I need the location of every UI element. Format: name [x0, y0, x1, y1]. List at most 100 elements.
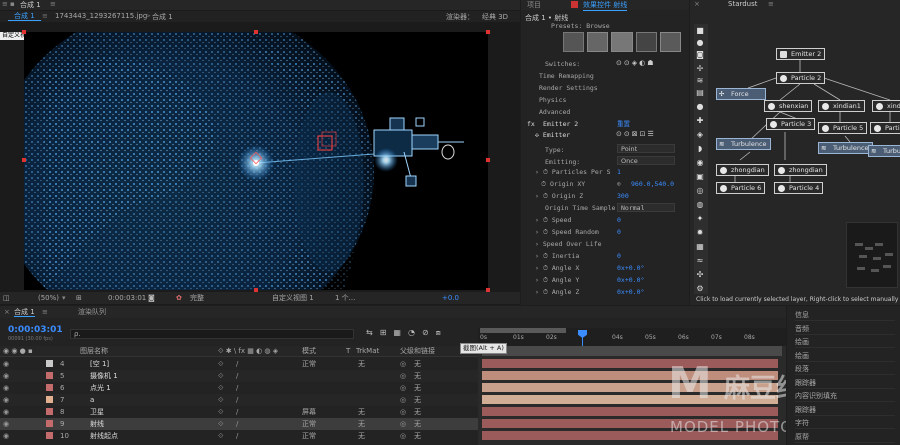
- node-zhongdian-1[interactable]: zhongdian: [716, 164, 769, 176]
- label-color-swatch[interactable]: [46, 432, 53, 439]
- handle-tl[interactable]: [22, 30, 26, 34]
- col-layer-name[interactable]: 图层名称: [80, 346, 108, 357]
- square-node-icon[interactable]: ■: [694, 26, 706, 36]
- right-panel-item[interactable]: 绘画: [795, 337, 895, 348]
- node-turbulence-2[interactable]: ≋ Turbulence: [818, 142, 873, 154]
- param-particles[interactable]: › ⏱ Particles Per S1: [521, 166, 689, 178]
- shy-icon[interactable]: ⟐: [218, 406, 224, 418]
- timeline-tab-render[interactable]: 渲染队列: [78, 306, 106, 318]
- color-wheel-icon[interactable]: ✿: [176, 292, 182, 304]
- preset-thumb-icon[interactable]: [611, 32, 633, 52]
- handle-ml[interactable]: [22, 158, 26, 162]
- layer-trkmat[interactable]: 无: [358, 418, 365, 430]
- lock-icon[interactable]: ▪: [10, 0, 15, 8]
- col-trkmat[interactable]: TrkMat: [356, 346, 379, 357]
- quality-select[interactable]: 完整: [190, 292, 204, 304]
- fx-switch-icon[interactable]: /: [236, 406, 238, 418]
- node-minimap[interactable]: [846, 222, 898, 288]
- layer-parent[interactable]: 无: [414, 370, 421, 382]
- timeline-tab-comp[interactable]: 合成 1: [14, 306, 35, 317]
- layer-name[interactable]: a: [90, 394, 94, 406]
- eye-icon[interactable]: ◉: [3, 370, 9, 382]
- col-mode[interactable]: 模式: [302, 346, 316, 357]
- layer-search-input[interactable]: ρ.: [70, 329, 354, 339]
- timeline-close-icon[interactable]: ×: [4, 306, 10, 318]
- layer-row[interactable]: ◉ 9 射线 ⟐ / 正常 无 ◎ 无: [0, 418, 478, 430]
- pickwhip-icon[interactable]: ◎: [400, 358, 406, 370]
- layer-parent[interactable]: 无: [414, 394, 421, 406]
- layer-parent[interactable]: 无: [414, 382, 421, 394]
- node-shenxian[interactable]: shenxian: [764, 100, 813, 112]
- time-ruler[interactable]: 0s 01s 02s 04s 05s 06s 07s 08s: [478, 328, 786, 346]
- param-value[interactable]: 0x+0.0°: [617, 286, 644, 298]
- col-parent[interactable]: 父级和链接: [400, 346, 435, 357]
- node-particle3[interactable]: Particle 3: [766, 118, 816, 130]
- comp-timecode[interactable]: 0:00:03:01: [108, 292, 146, 304]
- label-color-swatch[interactable]: [46, 372, 53, 379]
- label-color-swatch[interactable]: [46, 384, 53, 391]
- tools-node-icon[interactable]: ✣: [694, 270, 706, 280]
- param-origin-time[interactable]: Origin Time Sample Normal: [521, 202, 689, 214]
- emitting-select[interactable]: Once: [617, 156, 675, 165]
- preset-thumb-icon[interactable]: [587, 32, 609, 52]
- stardust-menu-icon[interactable]: ≡: [768, 0, 774, 8]
- param-angle-z[interactable]: › ⏱ Angle Z 0x+0.0°: [521, 286, 689, 298]
- node-force[interactable]: ✢ Force: [716, 88, 766, 100]
- emitter-header-row[interactable]: fx Emitter 2 重置: [521, 119, 689, 130]
- fx-switch-icon[interactable]: /: [236, 418, 238, 430]
- node-turbu[interactable]: ≋ Turbu: [868, 145, 900, 157]
- node-particle5[interactable]: Particle 5: [818, 122, 868, 134]
- layer-row[interactable]: ◉ 10 射线起点 ⟐ / 正常 无 ◎ 无: [0, 430, 478, 442]
- node-xindi[interactable]: xindi: [872, 100, 900, 112]
- param-angle-y[interactable]: › ⏱ Angle Y 0x+0.0°: [521, 274, 689, 286]
- layer-row[interactable]: ◉ 7 a ⟐ / ◎ 无: [0, 394, 478, 406]
- view-select[interactable]: 自定义视图 1: [272, 292, 314, 304]
- switch-icons[interactable]: ⊙⊙◈◐☗: [616, 59, 656, 67]
- node-particle4[interactable]: Particle 4: [774, 182, 824, 194]
- eye-icon[interactable]: ◉: [3, 418, 9, 430]
- preset-thumb-icon[interactable]: [563, 32, 585, 52]
- eye-icon[interactable]: ◉: [3, 430, 9, 442]
- shy-icon[interactable]: ⟐: [218, 370, 224, 382]
- label-color-swatch[interactable]: [46, 360, 53, 367]
- grid-icon[interactable]: ⊞: [76, 292, 82, 304]
- pickwhip-icon[interactable]: ◎: [400, 418, 406, 430]
- comp-pill-3[interactable]: 合成 1: [152, 12, 173, 22]
- node-emitter2[interactable]: Emitter 2: [776, 48, 826, 60]
- section-render[interactable]: Render Settings: [521, 82, 689, 94]
- layer-trkmat[interactable]: 无: [358, 358, 365, 370]
- param-speed-random[interactable]: › ⏱ Speed Random 0: [521, 226, 689, 238]
- layer-parent[interactable]: 无: [414, 418, 421, 430]
- fx-switch-icon[interactable]: /: [236, 430, 238, 442]
- param-angle-x[interactable]: › ⏱ Angle X 0x+0.0°: [521, 262, 689, 274]
- node-zhongdian-2[interactable]: zhongdian: [774, 164, 827, 176]
- comp-pill-1[interactable]: 合成 1: [8, 11, 41, 21]
- menu-icon[interactable]: ≡: [2, 0, 8, 8]
- right-panel-item[interactable]: 跟踪器: [795, 378, 895, 389]
- param-value[interactable]: 0: [617, 226, 621, 238]
- param-origin-xy[interactable]: ⏱ Origin XY ⊕ 960.0,540.0: [521, 178, 689, 190]
- handle-mr[interactable]: [486, 158, 490, 162]
- shy-icon[interactable]: ⟐: [218, 418, 224, 430]
- node-turbulence-1[interactable]: ≋ Turbulence: [716, 138, 771, 150]
- node-particle2[interactable]: Particle 2: [776, 72, 826, 84]
- label-color-swatch[interactable]: [46, 408, 53, 415]
- pickwhip-icon[interactable]: ◎: [400, 394, 406, 406]
- shy-icon[interactable]: ⟐: [218, 430, 224, 442]
- label-color-swatch[interactable]: [46, 396, 53, 403]
- eye-icon[interactable]: ◉: [3, 394, 9, 406]
- param-inertia[interactable]: › ⏱ Inertia 0: [521, 250, 689, 262]
- right-panel-item[interactable]: 跟踪器: [795, 405, 895, 416]
- comp-pill-2[interactable]: 1743443_1293267115.jpg: [55, 12, 147, 20]
- stopwatch-icon[interactable]: ⏱: [543, 192, 548, 200]
- right-panel-item[interactable]: 内容识别填充: [795, 391, 895, 402]
- layer-name[interactable]: 射线起点: [90, 430, 118, 442]
- label-color-swatch[interactable]: [46, 420, 53, 427]
- node-xindian1[interactable]: xindian1: [818, 100, 865, 112]
- layer-row[interactable]: ◉ 6 点光 1 ⟐ / ◎ 无: [0, 382, 478, 394]
- shy-icon[interactable]: ⟐: [218, 394, 224, 406]
- param-value[interactable]: 0: [617, 214, 621, 226]
- view-count-select[interactable]: 1 个...: [335, 292, 355, 304]
- right-panel-item[interactable]: 绘画: [795, 351, 895, 362]
- renderer-value[interactable]: 经典 3D: [482, 12, 508, 22]
